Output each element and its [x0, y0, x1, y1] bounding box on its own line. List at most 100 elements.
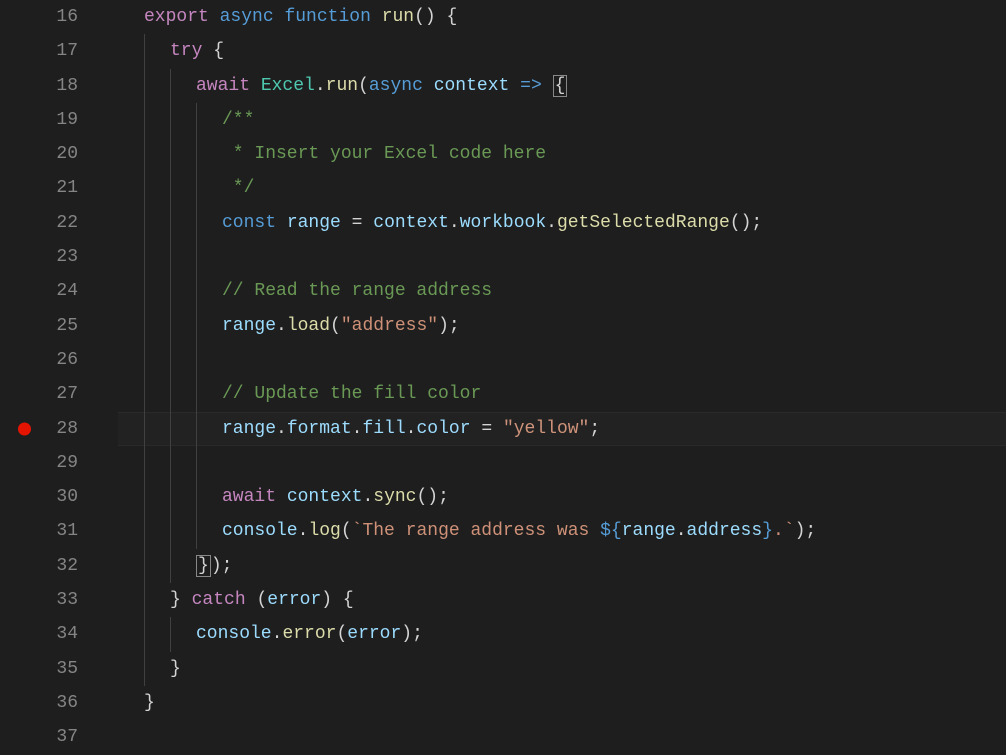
line-number[interactable]: 36 — [0, 686, 100, 720]
line-number[interactable]: 19 — [0, 103, 100, 137]
code-line[interactable]: // Read the range address — [118, 274, 1006, 308]
code-token: . — [298, 521, 309, 541]
indent-guide — [196, 377, 197, 411]
line-number[interactable]: 17 — [0, 34, 100, 68]
code-token: // Read the range address — [222, 281, 492, 301]
code-line[interactable]: await Excel.run(async context => { — [118, 69, 1006, 103]
indent-guide — [144, 103, 145, 137]
indent-guide — [170, 206, 171, 240]
code-line[interactable] — [118, 240, 1006, 274]
indent-guide — [170, 137, 171, 171]
indent-guide — [144, 171, 145, 205]
line-number-gutter[interactable]: 1617181920212223242526272829303132333435… — [0, 0, 100, 754]
code-line[interactable]: // Update the fill color — [118, 377, 1006, 411]
code-token: () { — [414, 7, 457, 27]
line-number[interactable]: 31 — [0, 514, 100, 548]
code-line[interactable]: const range = context.workbook.getSelect… — [118, 206, 1006, 240]
indent-guide — [196, 240, 197, 274]
current-line-highlight — [118, 412, 1006, 446]
code-token: const — [222, 213, 276, 233]
line-number[interactable]: 30 — [0, 480, 100, 514]
code-token: . — [315, 76, 326, 96]
indent-guide — [170, 343, 171, 377]
code-line[interactable]: range.format.fill.color = "yellow"; — [118, 412, 1006, 446]
indent-guide — [196, 514, 197, 548]
line-number[interactable]: 22 — [0, 206, 100, 240]
code-token: . — [676, 521, 687, 541]
code-line[interactable]: console.log(`The range address was ${ran… — [118, 514, 1006, 548]
indent-guide — [144, 206, 145, 240]
code-line[interactable]: await context.sync(); — [118, 480, 1006, 514]
line-number[interactable]: 25 — [0, 309, 100, 343]
code-token: /** — [222, 110, 254, 130]
code-line[interactable]: * Insert your Excel code here — [118, 137, 1006, 171]
code-line[interactable]: */ — [118, 171, 1006, 205]
line-number[interactable]: 32 — [0, 549, 100, 583]
code-token: error — [267, 590, 321, 610]
code-token: ); — [401, 624, 423, 644]
code-token: "address" — [341, 316, 438, 336]
line-number[interactable]: 18 — [0, 69, 100, 103]
indent-guide — [170, 446, 171, 480]
code-line[interactable]: } catch (error) { — [118, 583, 1006, 617]
code-token — [202, 41, 213, 61]
line-number[interactable]: 33 — [0, 583, 100, 617]
code-token: } — [144, 693, 155, 713]
indent-guide — [170, 103, 171, 137]
code-line[interactable]: } — [118, 686, 1006, 720]
code-token: ( — [256, 590, 267, 610]
code-token: console — [196, 624, 272, 644]
line-number[interactable]: 27 — [0, 377, 100, 411]
code-token — [371, 7, 382, 27]
code-token: ( — [336, 624, 347, 644]
line-number[interactable]: 23 — [0, 240, 100, 274]
indent-guide — [144, 240, 145, 274]
indent-guide — [144, 480, 145, 514]
code-token: . — [449, 213, 460, 233]
breakpoint-icon[interactable] — [18, 422, 31, 435]
code-token: ( — [341, 521, 352, 541]
code-token — [276, 487, 287, 507]
indent-guide — [144, 617, 145, 651]
code-token: function — [284, 7, 370, 27]
line-number[interactable]: 20 — [0, 137, 100, 171]
indent-guide — [170, 69, 171, 103]
line-number[interactable]: 16 — [0, 0, 100, 34]
code-line[interactable] — [118, 343, 1006, 377]
indent-guide — [196, 343, 197, 377]
line-number[interactable]: 28 — [0, 412, 100, 446]
code-line[interactable] — [118, 720, 1006, 754]
code-token: . — [362, 487, 373, 507]
code-line[interactable]: export async function run() { — [118, 0, 1006, 34]
code-line[interactable] — [118, 446, 1006, 480]
code-token — [276, 213, 287, 233]
code-token: ) { — [321, 590, 353, 610]
code-area[interactable]: export async function run() { try { awai… — [100, 0, 1006, 754]
code-line[interactable]: /** — [118, 103, 1006, 137]
code-line[interactable]: range.load("address"); — [118, 309, 1006, 343]
code-token: try — [170, 41, 202, 61]
indent-guide — [196, 103, 197, 137]
code-token: } — [170, 659, 181, 679]
line-number[interactable]: 21 — [0, 171, 100, 205]
code-token: catch — [192, 590, 246, 610]
line-number[interactable]: 26 — [0, 343, 100, 377]
line-number[interactable]: 35 — [0, 652, 100, 686]
code-token: } — [170, 590, 181, 610]
indent-guide — [144, 274, 145, 308]
code-token — [246, 590, 257, 610]
line-number[interactable]: 37 — [0, 720, 100, 754]
code-token: * Insert your Excel code here — [222, 144, 546, 164]
code-line[interactable]: }); — [118, 549, 1006, 583]
line-number[interactable]: 24 — [0, 274, 100, 308]
code-line[interactable]: } — [118, 652, 1006, 686]
code-token: export — [144, 7, 209, 27]
indent-guide — [144, 137, 145, 171]
line-number[interactable]: 29 — [0, 446, 100, 480]
code-token: async — [369, 76, 423, 96]
code-line[interactable]: console.error(error); — [118, 617, 1006, 651]
indent-guide — [170, 514, 171, 548]
code-line[interactable]: try { — [118, 34, 1006, 68]
code-editor[interactable]: 1617181920212223242526272829303132333435… — [0, 0, 1006, 754]
line-number[interactable]: 34 — [0, 617, 100, 651]
